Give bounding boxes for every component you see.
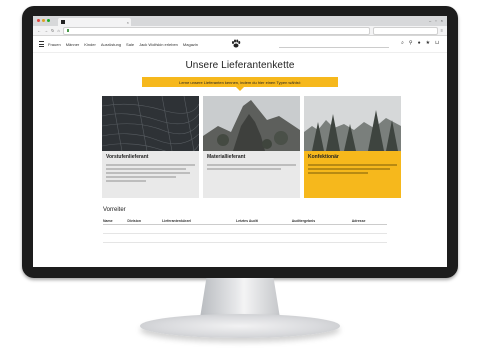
col-name[interactable]: Name	[103, 217, 128, 225]
home-icon[interactable]: ⌂	[57, 28, 59, 33]
col-address[interactable]: Adresse	[351, 217, 387, 225]
col-last-audit[interactable]: Letztes Audit	[235, 217, 292, 225]
back-arrow-icon[interactable]: ←	[37, 28, 41, 33]
window-minimize-icon[interactable]: –	[429, 18, 431, 23]
col-code[interactable]: Lieferantenkürzel	[162, 217, 236, 225]
card-vorstufenlieferant[interactable]: Vorstufenlieferant	[102, 96, 199, 198]
text-placeholder	[106, 172, 190, 174]
audit-date-cell	[235, 233, 292, 243]
text-placeholder	[207, 164, 296, 166]
card-materiallieferant[interactable]: Materiallieferant	[203, 96, 300, 198]
text-placeholder	[308, 172, 368, 174]
forward-arrow-icon[interactable]: →	[44, 28, 48, 33]
monitor-stand-base	[140, 314, 340, 338]
address-cell	[351, 224, 387, 234]
text-placeholder	[308, 168, 390, 170]
header-icons: ⌕ ⚲ ● ★ ⊔	[401, 40, 439, 46]
text-placeholder	[106, 168, 186, 170]
col-audit-result[interactable]: Auditergebnis	[291, 217, 352, 225]
suppliers-table: Name Division Lieferantenkürzel Letztes …	[103, 217, 387, 243]
card-image	[102, 96, 199, 151]
card-title: Vorstufenlieferant	[106, 154, 149, 160]
nav-item-kinder[interactable]: Kinder	[84, 42, 96, 47]
address-cell	[351, 233, 387, 243]
maximize-window-dot[interactable]	[47, 19, 50, 22]
paw-logo-favicon-icon	[61, 20, 65, 24]
table-row	[103, 233, 387, 243]
browser-tab[interactable]: ×	[58, 18, 131, 26]
window-controls: – ▫ ×	[429, 18, 443, 23]
user-account-icon[interactable]: ●	[418, 40, 421, 46]
audit-result-link[interactable]	[291, 224, 352, 234]
division-cell	[127, 233, 163, 243]
site-search-input[interactable]	[279, 41, 389, 48]
shopping-cart-icon[interactable]: ⊔	[435, 40, 439, 46]
division-cell	[127, 224, 163, 234]
audit-date-cell	[235, 224, 292, 234]
supplier-name-link[interactable]	[103, 224, 128, 234]
card-image	[304, 96, 401, 151]
site-header: Frauen Männer Kinder Ausrüstung Sale Jac…	[33, 36, 447, 53]
lock-icon	[66, 29, 69, 32]
browser-search-input[interactable]	[372, 26, 438, 35]
table-row	[103, 224, 387, 234]
code-cell	[162, 224, 236, 234]
text-placeholder	[106, 180, 146, 182]
nav-item-ausruestung[interactable]: Ausrüstung	[101, 42, 121, 47]
text-placeholder	[207, 168, 281, 170]
paw-logo-icon[interactable]	[231, 39, 241, 49]
page-title: Unsere Lieferantenkette	[185, 60, 295, 71]
close-tab-icon[interactable]: ×	[127, 20, 131, 25]
browser-tab-bar: × – ▫ ×	[33, 16, 447, 26]
nav-item-magazin[interactable]: Magazin	[183, 42, 198, 47]
browser-toolbar: ← → ↻ ⌂ ≡	[33, 26, 447, 36]
reload-icon[interactable]: ↻	[51, 28, 54, 33]
menu-icon[interactable]: ≡	[441, 28, 443, 33]
window-maximize-icon[interactable]: ▫	[435, 18, 436, 23]
supplier-name-link[interactable]	[103, 233, 128, 243]
address-bar[interactable]	[62, 26, 370, 35]
text-placeholder	[308, 164, 397, 166]
search-icon[interactable]: ⌕	[401, 40, 404, 46]
nav-item-maenner[interactable]: Männer	[66, 42, 80, 47]
table-header-row: Name Division Lieferantenkürzel Letztes …	[103, 217, 387, 225]
monitor-bezel: × – ▫ × ← → ↻ ⌂ ≡ Frauen Männer Kinder A…	[22, 6, 458, 278]
col-division[interactable]: Division	[127, 217, 163, 225]
main-nav: Frauen Männer Kinder Ausrüstung Sale Jac…	[48, 42, 198, 47]
card-title: Materiallieferant	[207, 154, 246, 160]
close-window-dot[interactable]	[37, 19, 40, 22]
window-close-icon[interactable]: ×	[441, 18, 443, 23]
supplier-type-cards: Vorstufenlieferant Materiallieferant Kon…	[102, 96, 447, 198]
code-cell	[162, 233, 236, 243]
suppliers-heading: Vorreiter	[103, 207, 126, 213]
screen: × – ▫ × ← → ↻ ⌂ ≡ Frauen Männer Kinder A…	[33, 16, 447, 267]
hamburger-menu-icon[interactable]	[39, 41, 44, 47]
text-placeholder	[106, 176, 176, 178]
location-pin-icon[interactable]: ⚲	[409, 40, 413, 46]
selection-banner: Lerne unsere Lieferanten kennen, indem d…	[142, 77, 338, 91]
card-image	[203, 96, 300, 151]
text-placeholder	[106, 164, 195, 166]
minimize-window-dot[interactable]	[42, 19, 45, 22]
nav-item-frauen[interactable]: Frauen	[48, 42, 61, 47]
card-title: Konfektionär	[308, 154, 339, 160]
nav-item-erleben[interactable]: Jack Wolfskin erleben	[139, 42, 178, 47]
wishlist-star-icon[interactable]: ★	[426, 40, 430, 46]
audit-result-link[interactable]	[291, 233, 352, 243]
monitor-stand-neck	[200, 278, 280, 318]
nav-item-sale[interactable]: Sale	[126, 42, 134, 47]
card-konfektionaer[interactable]: Konfektionär	[304, 96, 401, 198]
